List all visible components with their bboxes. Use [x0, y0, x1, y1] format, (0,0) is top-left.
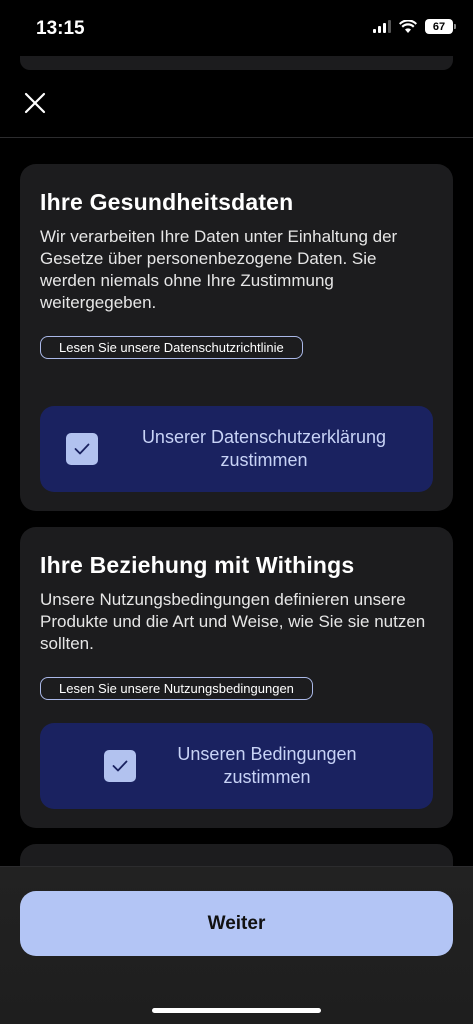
privacy-policy-link[interactable]: Lesen Sie unsere Datenschutzrichtlinie [40, 336, 303, 359]
status-icons: 67 [373, 19, 456, 34]
privacy-consent-label: Unserer Datenschutzerklärung zustimmen [141, 427, 387, 470]
terms-consent-toggle[interactable]: Unseren Bedingungen zustimmen [40, 723, 433, 809]
footer: Weiter [0, 866, 473, 1024]
relationship-text: Unsere Nutzungsbedingungen definieren un… [40, 590, 426, 653]
close-button[interactable] [22, 90, 48, 116]
terms-consent-label: Unseren Bedingungen zustimmen [177, 744, 357, 787]
relationship-card: Ihre Beziehung mit Withings Unsere Nutzu… [20, 527, 453, 828]
header-divider [0, 137, 473, 138]
health-data-title: Ihre Gesundheitsdaten [40, 189, 294, 215]
privacy-consent-toggle[interactable]: Unserer Datenschutzerklärung zustimmen [40, 406, 433, 492]
continue-button[interactable]: Weiter [20, 891, 453, 956]
signal-icon [373, 20, 391, 33]
relationship-title: Ihre Beziehung mit Withings [40, 552, 355, 578]
terms-link[interactable]: Lesen Sie unsere Nutzungsbedingungen [40, 677, 313, 700]
health-data-text: Wir verarbeiten Ihre Daten unter Einhalt… [40, 227, 398, 312]
home-indicator [152, 1008, 321, 1013]
background-sheet-edge [20, 56, 453, 70]
health-data-card: Ihre Gesundheitsdaten Wir verarbeiten Ih… [20, 164, 453, 511]
status-bar: 13:15 67 [0, 0, 473, 56]
battery-icon: 67 [425, 19, 456, 34]
terms-consent-checkbox[interactable] [104, 750, 136, 782]
close-icon [24, 92, 46, 114]
checkmark-icon [74, 443, 90, 455]
status-time: 13:15 [36, 18, 85, 39]
wifi-icon [399, 19, 417, 33]
checkmark-icon [112, 760, 128, 772]
privacy-consent-checkbox[interactable] [66, 433, 98, 465]
